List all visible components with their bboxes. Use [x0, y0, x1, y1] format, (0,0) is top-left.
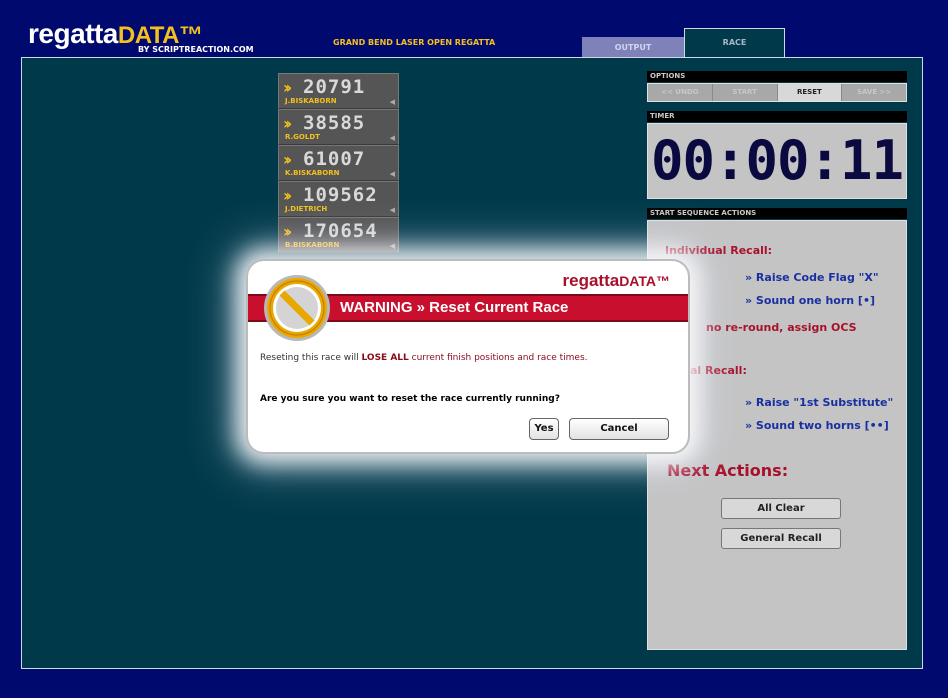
dialog-logo: regattaDATA™ [563, 271, 671, 291]
message-suffix: current finish positions and race times. [408, 353, 588, 363]
dialog-title: WARNING » Reset Current Race [340, 299, 569, 316]
dialog-question: Are you sure you want to reset the race … [260, 394, 560, 404]
dialog-logo-accent: DATA™ [619, 273, 670, 289]
dialog-message: Reseting this race will LOSE ALL current… [260, 353, 588, 363]
cancel-button[interactable]: Cancel [569, 418, 669, 440]
message-highlight: LOSE ALL [361, 353, 409, 363]
dialog-logo-main: regatta [562, 271, 620, 290]
message-prefix: Reseting this race will [260, 353, 362, 363]
yes-button[interactable]: Yes [529, 418, 559, 440]
reset-warning-dialog: regattaDATA™ WARNING » Reset Current Rac… [246, 259, 690, 454]
prohibited-warning-icon [264, 275, 330, 341]
